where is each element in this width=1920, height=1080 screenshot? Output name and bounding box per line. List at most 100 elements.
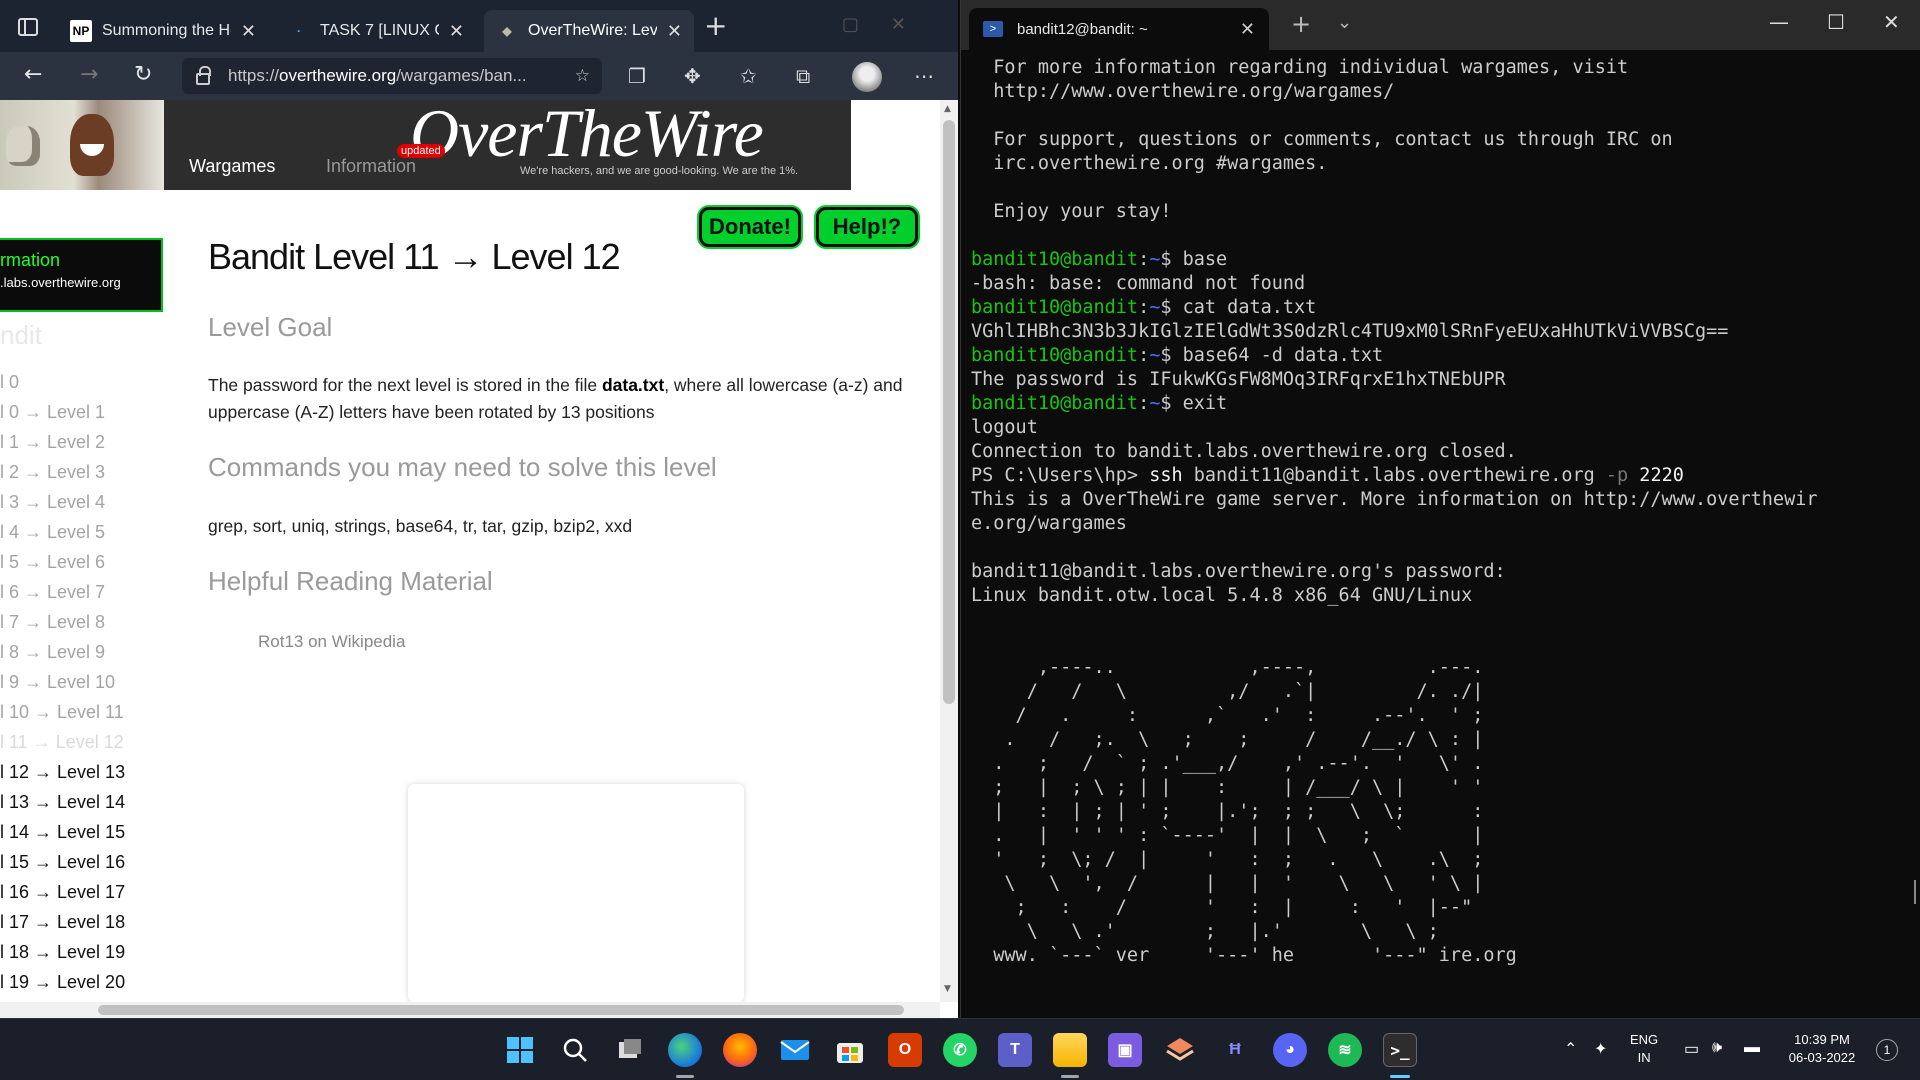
notes-app-icon[interactable]: Ħ bbox=[1218, 1033, 1252, 1067]
horizontal-scrollbar[interactable] bbox=[0, 1002, 940, 1018]
teams-icon[interactable]: T bbox=[998, 1033, 1032, 1067]
spotify-icon[interactable]: ≋ bbox=[1328, 1033, 1362, 1067]
terminal-scroll-indicator[interactable] bbox=[1914, 880, 1916, 904]
chevron-down-icon[interactable]: ⌄ bbox=[1337, 12, 1352, 33]
onenote-icon[interactable]: ▣ bbox=[1108, 1033, 1142, 1067]
scroll-up-icon[interactable]: ▲ bbox=[944, 104, 951, 114]
terminal-text: bandit11@bandit.labs.overthewire.org bbox=[1182, 465, 1606, 486]
volume-icon[interactable]: 🕪 bbox=[1712, 1039, 1722, 1057]
more-menu-icon[interactable]: ⋯ bbox=[914, 64, 934, 88]
chevron-up-icon[interactable]: ⌃ bbox=[1564, 1039, 1577, 1059]
close-icon[interactable]: ✕ bbox=[667, 21, 682, 42]
sidebar-level-link[interactable]: l 13 → Level 14 bbox=[0, 792, 125, 813]
forward-icon[interactable]: → bbox=[80, 62, 98, 87]
browser-tab-3-active[interactable]: ◆ OverTheWire: Level ✕ bbox=[484, 10, 694, 52]
terminal-text: : bbox=[1138, 249, 1150, 270]
discord-icon[interactable]: ◕ bbox=[1273, 1033, 1307, 1067]
scroll-thumb[interactable] bbox=[98, 1005, 904, 1015]
terminal-line: This is a OverTheWire game server. More … bbox=[971, 488, 1911, 512]
terminal-text: http://www.overthewire.org/wargames/ bbox=[971, 81, 1395, 102]
start-icon[interactable] bbox=[503, 1033, 537, 1067]
tab-title: TASK 7 [LINUX GAI bbox=[320, 22, 439, 39]
close-icon[interactable]: ✕ bbox=[1240, 19, 1255, 40]
help-button[interactable]: Help!? bbox=[816, 207, 918, 247]
favorite-star-icon[interactable]: ☆ bbox=[575, 66, 590, 86]
new-terminal-tab-icon[interactable]: + bbox=[1291, 10, 1311, 38]
sidebar-level-link[interactable]: l 14 → Level 15 bbox=[0, 822, 125, 843]
sidebar-level-link[interactable]: l 7 → Level 8 bbox=[0, 612, 105, 633]
new-tab-icon[interactable]: + bbox=[704, 12, 727, 40]
network-icon[interactable]: ▭ bbox=[1684, 1039, 1699, 1059]
maximize-icon[interactable]: ☐ bbox=[1827, 10, 1845, 34]
office-icon[interactable]: O bbox=[888, 1033, 922, 1067]
collections-icon[interactable]: ❐ bbox=[628, 64, 646, 88]
terminal-line: . | ' ' ' : `----' | | \ ; ` | bbox=[971, 824, 1911, 848]
sidebar-level-link[interactable]: l 19 → Level 20 bbox=[0, 972, 125, 993]
close-icon[interactable]: ✕ bbox=[449, 21, 464, 42]
terminal-line: bandit10@bandit:~$ base bbox=[971, 248, 1911, 272]
browser-tab-2[interactable]: · TASK 7 [LINUX GAI ✕ bbox=[276, 10, 476, 52]
sidebar-level-link[interactable]: l 17 → Level 18 bbox=[0, 912, 125, 933]
sidebar-level-link[interactable]: l 5 → Level 6 bbox=[0, 552, 105, 573]
layers-icon[interactable] bbox=[1163, 1033, 1197, 1067]
back-icon[interactable]: ← bbox=[24, 62, 42, 87]
sidebar-level-link[interactable]: l 4 → Level 5 bbox=[0, 522, 105, 543]
close-icon[interactable]: ✕ bbox=[241, 21, 256, 42]
search-icon[interactable] bbox=[558, 1033, 592, 1067]
donate-button[interactable]: Donate! bbox=[699, 207, 801, 247]
terminal-app-icon[interactable]: >_ bbox=[1383, 1033, 1417, 1067]
dropbox-icon[interactable]: ✦ bbox=[1594, 1039, 1607, 1059]
sidebar-level-link[interactable]: l 18 → Level 19 bbox=[0, 942, 125, 963]
sidebar-level-link[interactable]: l 10 → Level 11 bbox=[0, 702, 124, 723]
sidebar-level-link[interactable]: l 3 → Level 4 bbox=[0, 492, 105, 513]
terminal-tab[interactable]: > bandit12@bandit: ~ ✕ bbox=[969, 8, 1269, 50]
sidebar-level-link[interactable]: l 2 → Level 3 bbox=[0, 462, 105, 483]
favorites-icon[interactable]: ✩ bbox=[740, 64, 757, 88]
url-scheme: https:// bbox=[228, 66, 280, 85]
sidebar-level-link[interactable]: l 16 → Level 17 bbox=[0, 882, 125, 903]
terminal-line: http://www.overthewire.org/wargames/ bbox=[971, 80, 1911, 104]
scroll-thumb[interactable] bbox=[943, 120, 955, 704]
file-explorer-icon[interactable] bbox=[1053, 1033, 1087, 1067]
commands-list: grep, sort, uniq, strings, base64, tr, t… bbox=[208, 516, 633, 536]
edge-icon[interactable] bbox=[668, 1033, 702, 1067]
sidebar-level-link[interactable]: l 1 → Level 2 bbox=[0, 432, 105, 453]
sidebar-level-link[interactable]: l 15 → Level 16 bbox=[0, 852, 125, 873]
sidebar-level-link[interactable]: l 11 → Level 12 bbox=[0, 732, 124, 753]
sidebar-level-link[interactable]: l 12 → Level 13 bbox=[0, 762, 125, 783]
terminal-output[interactable]: For more information regarding individua… bbox=[971, 56, 1911, 1016]
terminal-text: / / \ ,/ .`| /. ./| bbox=[971, 681, 1484, 702]
terminal-text: ' ; \; / | ' : ; . \ .\ ; bbox=[971, 849, 1484, 870]
mail-icon[interactable] bbox=[778, 1033, 812, 1067]
terminal-text: ssh bbox=[1149, 465, 1183, 486]
extensions-icon[interactable]: ✥ bbox=[684, 64, 701, 88]
notification-badge[interactable]: 1 bbox=[1876, 1039, 1898, 1061]
nav-wargames[interactable]: Wargames bbox=[189, 156, 275, 177]
tab-actions-icon[interactable] bbox=[18, 18, 38, 36]
task-view-icon[interactable] bbox=[613, 1033, 647, 1067]
sidebar-level-link[interactable]: l 0 bbox=[0, 372, 19, 393]
browser-tab-1[interactable]: NP Summoning the Hc ✕ bbox=[58, 10, 268, 52]
whatsapp-icon[interactable]: ✆ bbox=[943, 1033, 977, 1067]
store-icon[interactable] bbox=[833, 1033, 867, 1067]
clock[interactable]: 10:39 PM 06-03-2022 bbox=[1770, 1031, 1874, 1067]
profile-avatar[interactable] bbox=[852, 62, 882, 92]
battery-icon[interactable]: ▬ bbox=[1744, 1039, 1760, 1057]
firefox-icon[interactable] bbox=[723, 1033, 757, 1067]
minimize-icon[interactable]: — bbox=[1769, 10, 1789, 34]
address-bar[interactable]: https://overthewire.org/wargames/ban... … bbox=[182, 58, 602, 94]
sidebar-level-link[interactable]: l 8 → Level 9 bbox=[0, 642, 105, 663]
sidebar-level-link[interactable]: l 9 → Level 10 bbox=[0, 672, 115, 693]
refresh-icon[interactable]: ↻ bbox=[134, 62, 152, 87]
tab-collections-icon[interactable]: ⧉ bbox=[796, 64, 810, 88]
np-favicon-icon: NP bbox=[70, 20, 92, 42]
site-logo[interactable]: OverTheWire bbox=[410, 100, 764, 173]
rot13-link[interactable]: Rot13 on Wikipedia bbox=[258, 632, 405, 652]
nav-information[interactable]: Information bbox=[326, 156, 416, 177]
close-window-icon[interactable]: ✕ bbox=[1883, 10, 1900, 34]
vertical-scrollbar[interactable]: ▲ ▼ bbox=[940, 100, 958, 1002]
sidebar-level-link[interactable]: l 0 → Level 1 bbox=[0, 402, 105, 423]
sidebar-level-link[interactable]: l 6 → Level 7 bbox=[0, 582, 105, 603]
language-indicator[interactable]: ENG IN bbox=[1630, 1031, 1658, 1067]
scroll-down-icon[interactable]: ▼ bbox=[944, 984, 951, 994]
